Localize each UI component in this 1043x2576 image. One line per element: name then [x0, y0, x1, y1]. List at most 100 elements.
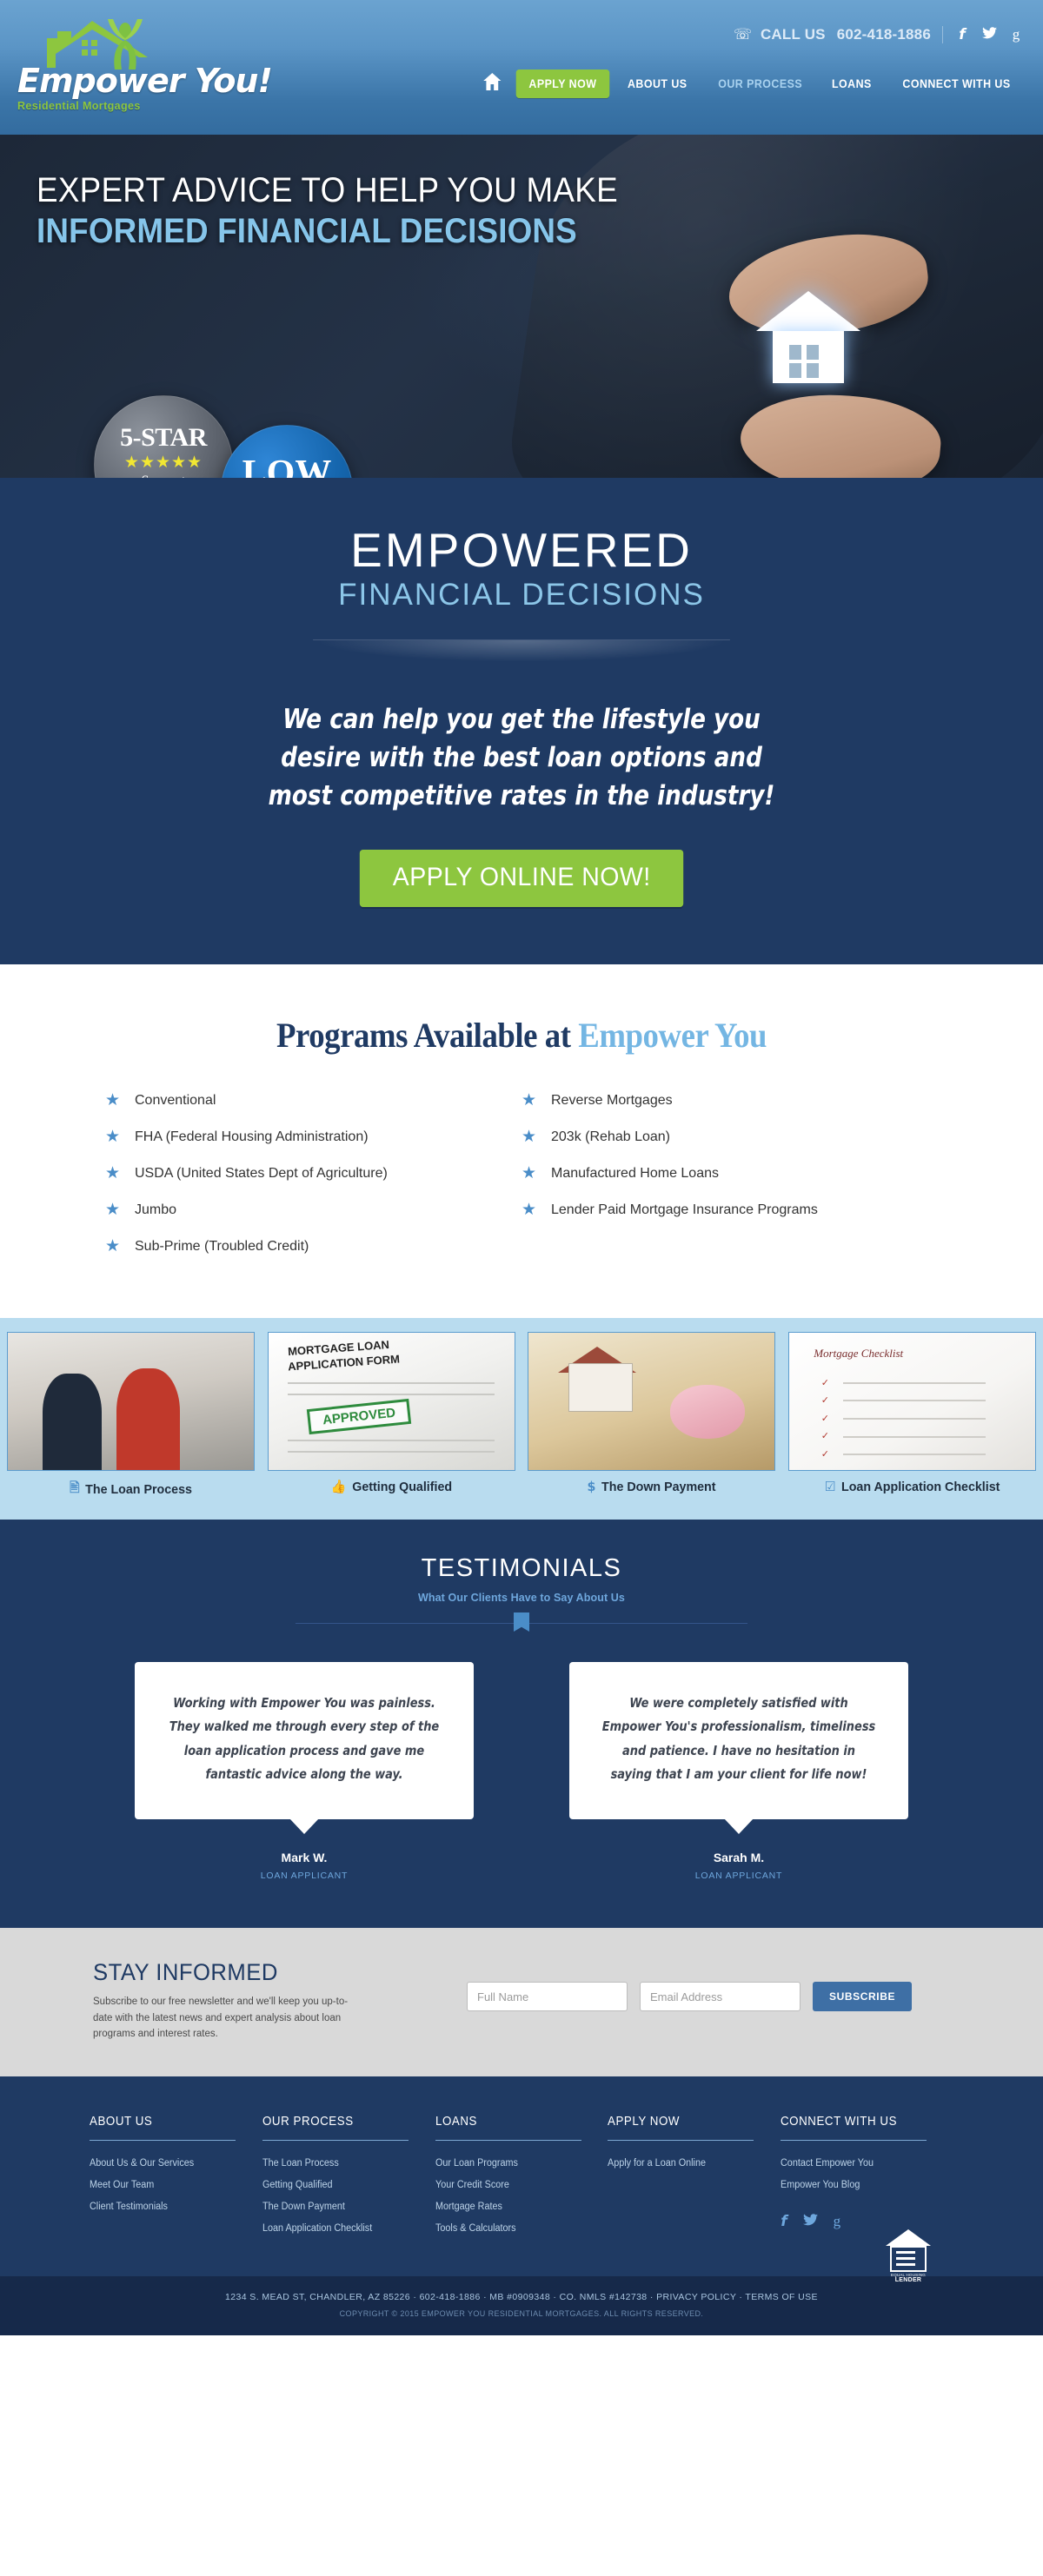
loan-process-photo	[7, 1332, 255, 1472]
nav-apply-now[interactable]: APPLY NOW	[515, 69, 609, 98]
programs-heading-plain: Programs Available at	[276, 1016, 579, 1056]
newsletter-description: Subscribe to our free newsletter and we'…	[93, 1997, 349, 2040]
footer-column-about-us: ABOUT US About Us & Our Services Meet Ou…	[90, 2115, 262, 2245]
program-item[interactable]: ★ 203k (Rehab Loan)	[522, 1127, 938, 1147]
program-item[interactable]: ★ Jumbo	[105, 1200, 504, 1220]
program-item[interactable]: ★ Reverse Mortgages	[522, 1090, 938, 1110]
legal-address-line[interactable]: 1234 S. MEAD ST, CHANDLER, AZ 85226 · 60…	[0, 2292, 1043, 2302]
google-plus-icon[interactable]: g	[834, 2213, 841, 2230]
footer-link[interactable]: The Loan Process	[262, 2158, 402, 2169]
feature-card-caption: 👍 Getting Qualified	[274, 1479, 509, 1494]
feature-card-loan-process[interactable]: 🖹 The Loan Process	[7, 1332, 255, 1500]
footer-link[interactable]: Empower You Blog	[781, 2180, 920, 2190]
full-name-input[interactable]	[467, 1982, 628, 2012]
equal-housing-label-line2: LENDER	[894, 2277, 922, 2284]
twitter-icon[interactable]	[802, 2213, 818, 2230]
badge-low-rates-title: LOW	[242, 454, 332, 478]
footer-link[interactable]: Loan Application Checklist	[262, 2223, 402, 2234]
footer-link[interactable]: Contact Empower You	[781, 2158, 920, 2169]
footer-link[interactable]: Tools & Calculators	[435, 2223, 575, 2234]
facebook-icon[interactable]: f	[954, 26, 970, 43]
feature-card-down-payment[interactable]: $ The Down Payment	[528, 1332, 776, 1500]
dollar-icon: $	[587, 1479, 596, 1495]
programs-heading: Programs Available at Empower You	[102, 1015, 941, 1056]
band-tagline-line1: We can help you get the lifestyle you	[282, 704, 761, 735]
program-label: Jumbo	[135, 1202, 177, 1217]
phone-number[interactable]: 602-418-1886	[837, 26, 931, 43]
program-item[interactable]: ★ FHA (Federal Housing Administration)	[105, 1127, 504, 1147]
programs-section: Programs Available at Empower You ★ Conv…	[0, 964, 1043, 1319]
footer-link[interactable]: The Down Payment	[262, 2202, 402, 2212]
band-subtitle-financial-decisions: FINANCIAL DECISIONS	[338, 578, 705, 612]
testimonial-bubble: Working with Empower You was painless. T…	[135, 1662, 474, 1835]
testimonial-item: Working with Empower You was painless. T…	[135, 1662, 474, 1881]
footer-link[interactable]: Your Credit Score	[435, 2180, 575, 2190]
twitter-icon[interactable]	[981, 26, 997, 43]
facebook-icon[interactable]: f	[781, 2213, 787, 2230]
programs-heading-highlight: Empower You	[578, 1016, 767, 1056]
checklist-photo: Mortgage Checklist ✓ ✓ ✓ ✓ ✓	[787, 1332, 1036, 1472]
nav-our-process[interactable]: OUR PROCESS	[707, 70, 814, 98]
footer-heading: CONNECT WITH US	[781, 2115, 898, 2129]
program-label: Conventional	[135, 1092, 216, 1108]
apply-online-now-button[interactable]: APPLY ONLINE NOW!	[359, 850, 684, 908]
footer-heading: LOANS	[435, 2115, 477, 2129]
nav-loans[interactable]: LOANS	[820, 70, 883, 98]
copyright-text: COPYRIGHT © 2015 EMPOWER YOU RESIDENTIAL…	[339, 2309, 704, 2319]
program-item[interactable]: ★ Sub-Prime (Troubled Credit)	[105, 1236, 504, 1256]
badge-low-rates: LOW Interest Rates	[221, 425, 353, 478]
subscribe-button[interactable]: SUBSCRIBE	[813, 1982, 913, 2012]
feature-card-getting-qualified[interactable]: MORTGAGE LOAN APPLICATION FORM APPROVED …	[267, 1332, 515, 1500]
badge-five-star: 5-STAR ★★★★★ Support Services	[94, 395, 233, 478]
footer-link[interactable]: Client Testimonials	[90, 2202, 229, 2212]
phone-icon: ☏	[733, 26, 753, 43]
page-root: Empower You! Residential Mortgages ☏ CAL…	[0, 0, 1043, 2336]
footer-link[interactable]: Mortgage Rates	[435, 2202, 575, 2212]
testimonials-subtitle: What Our Clients Have to Say About Us	[418, 1592, 625, 1605]
nav-about-us[interactable]: ABOUT US	[617, 70, 699, 98]
band-divider	[313, 639, 730, 662]
hero-banner: EXPERT ADVICE TO HELP YOU MAKE INFORMED …	[0, 135, 1043, 478]
program-label: USDA (United States Dept of Agriculture)	[135, 1165, 388, 1181]
nav-connect-with-us[interactable]: CONNECT WITH US	[892, 70, 1022, 98]
equal-housing-lender-icon: EQUAL HOUSING LENDER	[885, 2229, 931, 2284]
star-icon: ★	[522, 1091, 537, 1110]
footer-heading-rule	[262, 2140, 409, 2142]
footer-column-connect: CONNECT WITH US Contact Empower You Empo…	[781, 2115, 953, 2283]
feature-card-checklist[interactable]: Mortgage Checklist ✓ ✓ ✓ ✓ ✓ ☑ Loan Appl…	[787, 1332, 1036, 1500]
empowered-section: EMPOWERED FINANCIAL DECISIONS We can hel…	[0, 478, 1043, 965]
site-logo[interactable]: Empower You! Residential Mortgages	[17, 19, 278, 112]
feature-card-label: The Down Payment	[601, 1479, 716, 1494]
feature-card-caption: ☑ Loan Application Checklist	[794, 1479, 1030, 1494]
nav-home-icon[interactable]	[480, 68, 510, 99]
feature-card-caption: 🖹 The Loan Process	[13, 1479, 249, 1500]
testimonial-bubble: We were completely satisfied with Empowe…	[569, 1662, 908, 1835]
program-item[interactable]: ★ Manufactured Home Loans	[522, 1163, 938, 1183]
footer-link[interactable]: Getting Qualified	[262, 2180, 402, 2190]
program-item[interactable]: ★ USDA (United States Dept of Agricultur…	[105, 1163, 504, 1183]
divider	[942, 26, 943, 43]
star-rating-icon: ★★★★★	[123, 453, 203, 472]
testimonial-item: We were completely satisfied with Empowe…	[569, 1662, 908, 1881]
testimonial-quote: We were completely satisfied with Empowe…	[601, 1695, 876, 1782]
email-input[interactable]	[640, 1982, 801, 2012]
footer-link[interactable]: About Us & Our Services	[90, 2158, 229, 2169]
thumbs-up-icon: 👍	[330, 1479, 347, 1495]
footer-heading: OUR PROCESS	[262, 2115, 354, 2129]
testimonials-section: TESTIMONIALS What Our Clients Have to Sa…	[0, 1520, 1043, 1929]
checklist-title: Mortgage Checklist	[814, 1346, 904, 1360]
programs-column-right: ★ Reverse Mortgages ★ 203k (Rehab Loan) …	[522, 1090, 938, 1273]
approved-stamp: APPROVED	[306, 1399, 412, 1435]
footer-heading: APPLY NOW	[608, 2115, 681, 2129]
footer-bottom-bar: 1234 S. MEAD ST, CHANDLER, AZ 85226 · 60…	[0, 2276, 1043, 2336]
bookmark-icon	[514, 1612, 529, 1632]
footer-link[interactable]: Our Loan Programs	[435, 2158, 575, 2169]
program-item[interactable]: ★ Lender Paid Mortgage Insurance Program…	[522, 1200, 938, 1220]
hero-badges: 5-STAR ★★★★★ Support Services LOW Intere…	[94, 395, 353, 478]
program-item[interactable]: ★ Conventional	[105, 1090, 504, 1110]
footer-link[interactable]: Apply for a Loan Online	[608, 2158, 747, 2169]
footer-link[interactable]: Meet Our Team	[90, 2180, 229, 2190]
google-plus-icon[interactable]: g	[1008, 26, 1024, 43]
application-form-photo: MORTGAGE LOAN APPLICATION FORM APPROVED	[267, 1332, 515, 1472]
hero-house-glow-icon	[756, 291, 860, 388]
